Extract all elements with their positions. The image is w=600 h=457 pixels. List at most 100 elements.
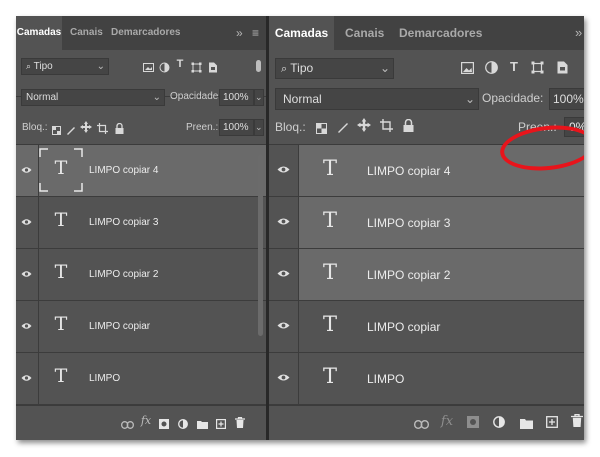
scrollbar-thumb[interactable] xyxy=(258,154,263,336)
filter-kind-select[interactable]: ⌕ Tipo ⌄ xyxy=(21,58,109,75)
eye-icon[interactable] xyxy=(21,322,32,330)
fx-icon[interactable]: fx xyxy=(139,414,153,427)
layer-row[interactable]: T LIMPO xyxy=(269,353,584,405)
opacity-input[interactable]: 100% xyxy=(549,88,584,110)
new-group-icon[interactable] xyxy=(196,416,208,429)
eye-icon[interactable] xyxy=(21,270,32,278)
lock-all-icon[interactable] xyxy=(402,118,414,132)
adjustment-layer-icon[interactable] xyxy=(177,416,189,429)
lock-position-icon[interactable] xyxy=(80,120,92,133)
layers-panel-right: Camadas Canais Demarcadores » ⌕ Tipo ⌄ T… xyxy=(269,16,584,440)
delete-layer-icon[interactable] xyxy=(570,414,584,428)
layer-row[interactable]: T LIMPO copiar 2 xyxy=(269,249,584,301)
text-layer-icon: T xyxy=(322,364,337,388)
tab-canais[interactable]: Canais xyxy=(345,16,384,50)
text-layer-icon: T xyxy=(322,312,337,336)
text-layer-icon: T xyxy=(322,208,337,232)
panel-tabbar: Camadas Canais Demarcadores » ≡ xyxy=(16,16,266,50)
delete-layer-icon[interactable] xyxy=(234,415,246,428)
blend-mode-select[interactable]: Normal ⌄ xyxy=(21,89,165,106)
link-layers-icon[interactable] xyxy=(413,416,429,429)
chevron-down-icon: ⌄ xyxy=(152,92,161,103)
layer-row[interactable]: T LIMPO copiar 4 xyxy=(16,145,266,197)
panel-tabbar: Camadas Canais Demarcadores » xyxy=(269,16,584,50)
opacity-label: Opacidade: xyxy=(482,91,544,105)
lock-artboard-icon[interactable] xyxy=(380,119,393,132)
text-layer-icon: T xyxy=(54,209,68,231)
layer-row[interactable]: T LIMPO copiar xyxy=(269,301,584,353)
layer-row[interactable]: T LIMPO copiar xyxy=(16,301,266,353)
layers-scrollbar[interactable] xyxy=(257,154,264,394)
link-layers-icon[interactable] xyxy=(120,416,134,429)
chevron-down-icon: ⌄ xyxy=(464,92,475,106)
opacity-label: Opacidade: xyxy=(170,91,222,102)
new-group-icon[interactable] xyxy=(519,416,533,429)
layer-name: LIMPO copiar 4 xyxy=(89,165,159,176)
visibility-column xyxy=(16,301,39,352)
visibility-column xyxy=(269,353,299,404)
lock-all-icon[interactable] xyxy=(114,121,124,134)
image-filter-icon[interactable] xyxy=(460,61,474,75)
lock-artboard-icon[interactable] xyxy=(97,121,108,134)
lock-position-icon[interactable] xyxy=(357,118,371,132)
shape-filter-icon[interactable] xyxy=(530,61,544,75)
eye-icon[interactable] xyxy=(21,218,32,226)
panel-menu-icon[interactable]: ≡ xyxy=(252,16,259,50)
smart-object-filter-icon[interactable] xyxy=(207,60,219,73)
text-layer-icon: T xyxy=(54,365,68,387)
tab-camadas[interactable]: Camadas xyxy=(16,16,62,50)
tab-demarcadores[interactable]: Demarcadores xyxy=(111,16,180,50)
layer-row[interactable]: T LIMPO copiar 2 xyxy=(16,249,266,301)
layer-row[interactable]: T LIMPO copiar 3 xyxy=(269,197,584,249)
type-filter-icon[interactable]: T xyxy=(507,59,521,74)
add-mask-icon[interactable] xyxy=(466,415,480,429)
screenshot-frame: Camadas Canais Demarcadores » ≡ ⌕ Tipo ⌄… xyxy=(16,16,584,440)
adjustment-filter-icon[interactable] xyxy=(158,60,170,73)
type-filter-icon[interactable]: T xyxy=(174,58,186,70)
visibility-column xyxy=(16,145,39,196)
layer-row[interactable]: T LIMPO copiar 3 xyxy=(16,197,266,249)
blend-mode-select[interactable]: Normal ⌄ xyxy=(275,88,479,110)
text-layer-icon: T xyxy=(54,313,68,335)
layer-row[interactable]: T LIMPO xyxy=(16,353,266,405)
chevron-down-icon: ⌄ xyxy=(96,61,105,72)
fx-icon[interactable]: fx xyxy=(439,414,455,429)
eye-icon[interactable] xyxy=(21,374,32,382)
tab-demarcadores[interactable]: Demarcadores xyxy=(399,16,482,50)
filter-kind-value: Tipo xyxy=(290,61,314,75)
adjustment-layer-icon[interactable] xyxy=(492,415,506,429)
fill-dropdown-button[interactable]: ⌄ xyxy=(254,119,264,136)
add-mask-icon[interactable] xyxy=(158,416,170,429)
visibility-column xyxy=(16,249,39,300)
filter-kind-select[interactable]: ⌕ Tipo ⌄ xyxy=(275,58,394,79)
opacity-input[interactable]: 100% xyxy=(219,89,254,106)
tab-canais[interactable]: Canais xyxy=(70,16,103,50)
filter-toggle-switch[interactable] xyxy=(256,60,261,72)
lock-image-icon[interactable] xyxy=(337,120,349,133)
image-filter-icon[interactable] xyxy=(142,60,154,72)
chevron-down-icon: ⌄ xyxy=(379,61,390,75)
search-icon: ⌕ xyxy=(281,63,288,75)
eye-icon[interactable] xyxy=(277,321,290,330)
eye-icon[interactable] xyxy=(277,217,290,226)
collapse-panel-icon[interactable]: » xyxy=(236,16,243,50)
eye-icon[interactable] xyxy=(277,373,290,382)
tab-camadas[interactable]: Camadas xyxy=(269,16,334,50)
eye-icon[interactable] xyxy=(277,165,290,174)
shape-filter-icon[interactable] xyxy=(190,60,202,73)
lock-image-icon[interactable] xyxy=(66,122,76,135)
new-layer-icon[interactable] xyxy=(215,416,227,430)
blend-mode-value: Normal xyxy=(26,92,59,103)
fill-input[interactable]: 100% xyxy=(219,119,254,136)
eye-icon[interactable] xyxy=(277,269,290,278)
collapse-panel-icon[interactable]: » xyxy=(575,16,582,50)
new-layer-icon[interactable] xyxy=(545,415,559,429)
opacity-dropdown-button[interactable]: ⌄ xyxy=(254,89,264,106)
lock-transparent-icon[interactable] xyxy=(51,122,61,135)
smart-object-filter-icon[interactable] xyxy=(556,61,569,75)
layer-name: LIMPO copiar 2 xyxy=(367,268,451,282)
lock-transparent-icon[interactable] xyxy=(315,121,327,134)
adjustment-filter-icon[interactable] xyxy=(484,61,498,75)
eye-icon[interactable] xyxy=(21,166,32,174)
visibility-column xyxy=(269,301,299,352)
